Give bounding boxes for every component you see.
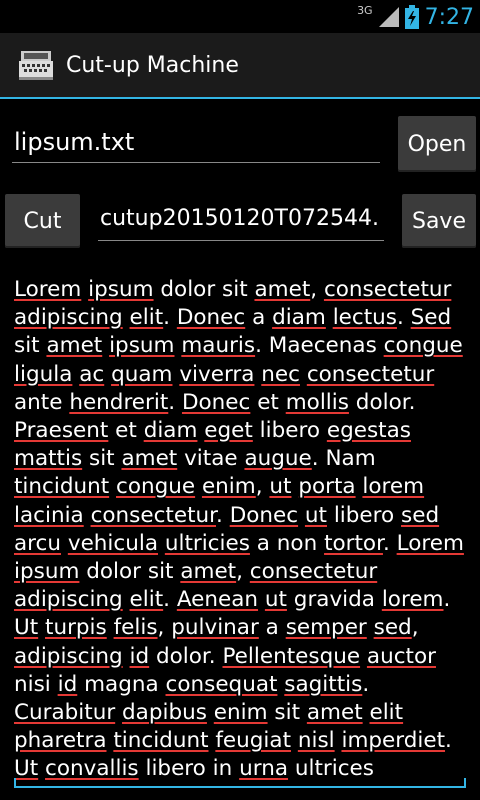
misspelled-word[interactable]: hendrerit: [69, 390, 168, 415]
misspelled-word[interactable]: amet: [254, 277, 310, 302]
misspelled-word[interactable]: diam: [272, 305, 326, 330]
misspelled-word[interactable]: adipiscing: [14, 305, 123, 330]
misspelled-word[interactable]: turpis: [45, 615, 107, 640]
misspelled-word[interactable]: Curabitur: [14, 700, 115, 725]
misspelled-word[interactable]: imperdiet: [341, 728, 445, 753]
misspelled-word[interactable]: consectetur: [324, 277, 451, 302]
misspelled-word[interactable]: ipsum: [109, 333, 174, 358]
misspelled-word[interactable]: enim: [214, 700, 268, 725]
misspelled-word[interactable]: Ut: [14, 756, 38, 781]
misspelled-word[interactable]: Pellentesque: [222, 644, 360, 669]
misspelled-word[interactable]: tincidunt: [14, 474, 109, 499]
action-bar: Cut-up Machine: [0, 33, 480, 99]
cutup-text: Lorem ipsum dolor sit amet, consectetur …: [14, 277, 464, 782]
misspelled-word[interactable]: lorem: [362, 474, 424, 499]
misspelled-word[interactable]: dapibus: [122, 700, 207, 725]
misspelled-word[interactable]: auctor: [367, 644, 436, 669]
misspelled-word[interactable]: enim: [202, 474, 256, 499]
misspelled-word[interactable]: amet: [46, 333, 102, 358]
misspelled-word[interactable]: Donec: [182, 390, 250, 415]
misspelled-word[interactable]: ut: [265, 587, 287, 612]
misspelled-word[interactable]: tincidunt: [113, 728, 208, 753]
signal-icon: [378, 7, 399, 27]
misspelled-word[interactable]: Aenean: [177, 587, 258, 612]
misspelled-word[interactable]: felis: [114, 615, 158, 640]
misspelled-word[interactable]: Ut: [14, 615, 38, 640]
misspelled-word[interactable]: augue: [244, 446, 311, 471]
misspelled-word[interactable]: amet: [180, 559, 236, 584]
misspelled-word[interactable]: adipiscing: [14, 587, 123, 612]
cutup-text-area[interactable]: Lorem ipsum dolor sit amet, consectetur …: [14, 276, 464, 786]
misspelled-word[interactable]: elit: [369, 700, 403, 725]
misspelled-word[interactable]: ut: [269, 474, 291, 499]
misspelled-word[interactable]: Sed: [411, 305, 452, 330]
battery-charging-icon: [404, 5, 419, 29]
misspelled-word[interactable]: lectus: [333, 305, 397, 330]
misspelled-word[interactable]: ut: [305, 503, 327, 528]
misspelled-word[interactable]: pulvinar: [171, 615, 259, 640]
misspelled-word[interactable]: mauris: [181, 333, 255, 358]
misspelled-word[interactable]: amet: [307, 700, 363, 725]
misspelled-word[interactable]: nisl: [298, 728, 335, 753]
save-button[interactable]: Save: [402, 194, 476, 248]
misspelled-word[interactable]: congue: [116, 474, 195, 499]
open-button[interactable]: Open: [398, 116, 476, 172]
misspelled-word[interactable]: ac: [79, 362, 104, 387]
text-field-underline: [14, 786, 466, 788]
misspelled-word[interactable]: id: [130, 644, 150, 669]
misspelled-word[interactable]: mollis: [286, 390, 349, 415]
misspelled-word[interactable]: diam: [144, 418, 198, 443]
misspelled-word[interactable]: mattis: [14, 446, 82, 471]
misspelled-word[interactable]: nec: [261, 362, 300, 387]
misspelled-word[interactable]: consequat: [166, 672, 278, 697]
misspelled-word[interactable]: adipiscing: [14, 644, 123, 669]
misspelled-word[interactable]: Donec: [230, 503, 298, 528]
misspelled-word[interactable]: elit: [130, 305, 164, 330]
misspelled-word[interactable]: ipsum: [88, 277, 153, 302]
output-filename-field[interactable]: cutup20150120T072544.: [98, 206, 384, 241]
misspelled-word[interactable]: Donec: [177, 305, 245, 330]
misspelled-word[interactable]: congue: [384, 333, 463, 358]
misspelled-word[interactable]: quam: [111, 362, 172, 387]
misspelled-word[interactable]: lacinia: [14, 503, 84, 528]
misspelled-word[interactable]: consectetur: [307, 362, 434, 387]
misspelled-word[interactable]: lorem: [382, 587, 444, 612]
network-type-label: 3G: [357, 3, 373, 17]
misspelled-word[interactable]: egestas: [327, 418, 411, 443]
misspelled-word[interactable]: ipsum: [14, 559, 79, 584]
misspelled-word[interactable]: convallis: [45, 756, 139, 781]
status-bar: 3G 7:27: [0, 0, 480, 33]
misspelled-word[interactable]: semper: [286, 615, 367, 640]
misspelled-word[interactable]: ultricies: [165, 531, 250, 556]
misspelled-word[interactable]: amet: [121, 446, 177, 471]
misspelled-word[interactable]: Praesent: [14, 418, 108, 443]
misspelled-word[interactable]: viverra: [179, 362, 254, 387]
misspelled-word[interactable]: sed: [374, 615, 412, 640]
misspelled-word[interactable]: sagittis: [284, 672, 362, 697]
input-file-field[interactable]: lipsum.txt: [12, 128, 380, 163]
misspelled-word[interactable]: id: [58, 672, 78, 697]
misspelled-word[interactable]: sed: [401, 503, 439, 528]
status-icons: 3G 7:27: [357, 3, 474, 31]
misspelled-word[interactable]: tortor: [324, 531, 383, 556]
misspelled-word[interactable]: pharetra: [14, 728, 107, 753]
misspelled-word[interactable]: urna: [239, 756, 288, 781]
misspelled-word[interactable]: Lorem: [14, 277, 81, 302]
misspelled-word[interactable]: vehicula: [68, 531, 158, 556]
misspelled-word[interactable]: eget: [204, 418, 253, 443]
app-title: Cut-up Machine: [66, 53, 239, 78]
misspelled-word[interactable]: elit: [130, 587, 164, 612]
misspelled-word[interactable]: consectetur: [91, 503, 216, 528]
misspelled-word[interactable]: feugiat: [215, 728, 291, 753]
text-field-underline-right: [464, 778, 466, 787]
misspelled-word[interactable]: ligula: [14, 362, 72, 387]
clock: 7:27: [424, 4, 474, 30]
misspelled-word[interactable]: consectetur: [250, 559, 377, 584]
typewriter-icon: [19, 51, 53, 80]
cut-button[interactable]: Cut: [5, 194, 80, 248]
misspelled-word[interactable]: porta: [298, 474, 355, 499]
misspelled-word[interactable]: arcu: [14, 531, 61, 556]
misspelled-word[interactable]: Lorem: [397, 531, 464, 556]
